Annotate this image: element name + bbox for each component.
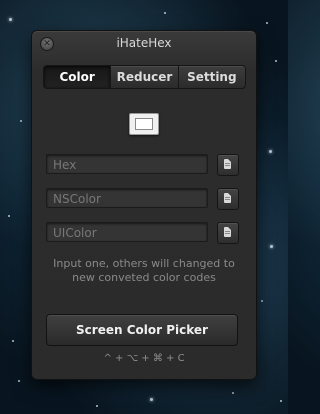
hint-line-2: new conveted color codes: [72, 271, 216, 284]
uicolor-input[interactable]: UIColor: [46, 222, 208, 242]
window-title: iHateHex: [116, 36, 172, 50]
color-swatch: [135, 118, 153, 130]
hint-line-1: Input one, others will changed to: [53, 257, 235, 270]
tab-reducer[interactable]: Reducer: [110, 66, 177, 88]
hex-input[interactable]: Hex: [46, 154, 208, 174]
copy-uicolor-button[interactable]: [217, 222, 239, 244]
copy-hex-button[interactable]: [217, 154, 239, 176]
tab-bar: Color Reducer Setting: [43, 65, 246, 89]
app-window: ✕ iHateHex Color Reducer Setting Hex NSC…: [31, 30, 257, 380]
keyboard-shortcut: ^ + ⌥ + ⌘ + C: [103, 353, 185, 364]
nscolor-input[interactable]: NSColor: [46, 188, 208, 208]
copy-nscolor-button[interactable]: [217, 188, 239, 210]
title-bar: ✕ iHateHex: [32, 31, 256, 55]
tab-color[interactable]: Color: [44, 66, 111, 88]
color-well[interactable]: [129, 113, 159, 135]
hint-text: Input one, others will changed to new co…: [42, 257, 246, 285]
tab-setting[interactable]: Setting: [177, 66, 245, 88]
screen-color-picker-button[interactable]: Screen Color Picker: [46, 314, 238, 346]
document-icon: [224, 227, 231, 237]
document-icon: [224, 159, 231, 169]
document-icon: [224, 193, 231, 203]
